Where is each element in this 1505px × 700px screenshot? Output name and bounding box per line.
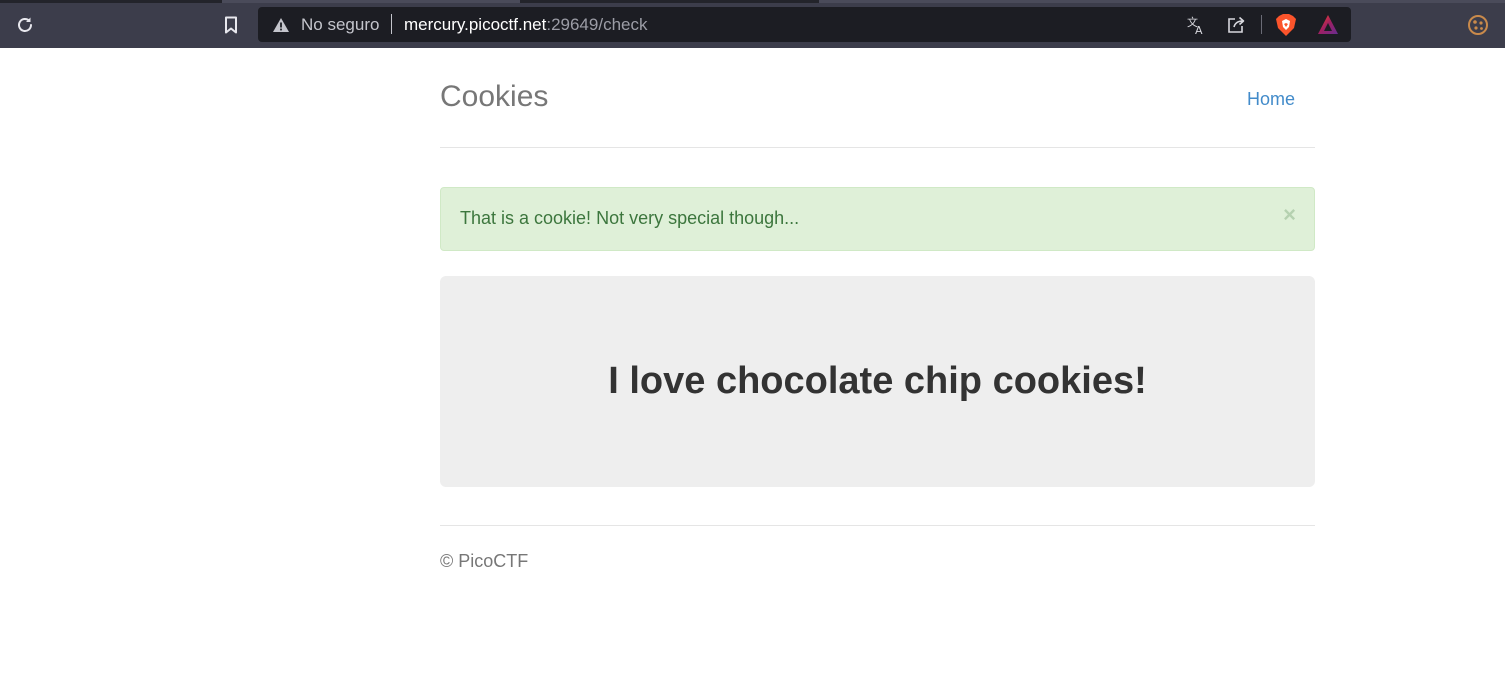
success-alert: That is a cookie! Not very special thoug… [440,187,1315,251]
inactive-tab[interactable] [819,0,1505,3]
page-viewport: Cookies Home That is a cookie! Not very … [0,48,1505,700]
omnibox-divider [1261,15,1262,34]
site-header: Cookies Home [440,48,1315,148]
nav-home-link[interactable]: Home [1247,89,1295,110]
footer: © PicoCTF [440,525,1315,571]
brave-rewards-button[interactable] [1317,14,1339,36]
address-bar[interactable]: No seguro mercury.picoctf.net:29649/chec… [258,7,1351,42]
cookie-extension-icon[interactable] [1467,14,1489,36]
url-path: :29649/check [546,15,648,34]
svg-text:A: A [1195,24,1203,35]
brave-shields-button[interactable] [1275,13,1297,37]
alert-message: That is a cookie! Not very special thoug… [460,208,800,228]
bookmark-button[interactable] [218,12,244,38]
url-text[interactable]: mercury.picoctf.net:29649/check [404,15,647,35]
reload-icon [18,17,32,32]
translate-button[interactable]: 文 A [1186,15,1206,35]
browser-toolbar: No seguro mercury.picoctf.net:29649/chec… [0,0,1505,48]
jumbotron-heading: I love chocolate chip cookies! [608,360,1147,402]
share-icon [1228,16,1245,33]
warning-icon[interactable] [272,16,290,34]
inactive-tab[interactable] [222,0,520,3]
translate-icon: 文 A [1187,15,1203,35]
reload-button[interactable] [12,12,38,38]
bookmark-icon [225,16,237,34]
site-title: Cookies [440,80,549,113]
brave-rewards-icon [1318,15,1338,34]
main-container: Cookies Home That is a cookie! Not very … [440,48,1315,571]
url-host: mercury.picoctf.net [404,15,547,34]
jumbotron: I love chocolate chip cookies! [440,276,1315,487]
share-button[interactable] [1226,15,1246,35]
alert-close-button[interactable]: × [1283,204,1296,226]
brave-shields-icon [1276,14,1296,36]
footer-copyright: © PicoCTF [440,551,529,571]
not-secure-label[interactable]: No seguro [301,15,379,35]
omnibox-separator [391,14,392,34]
